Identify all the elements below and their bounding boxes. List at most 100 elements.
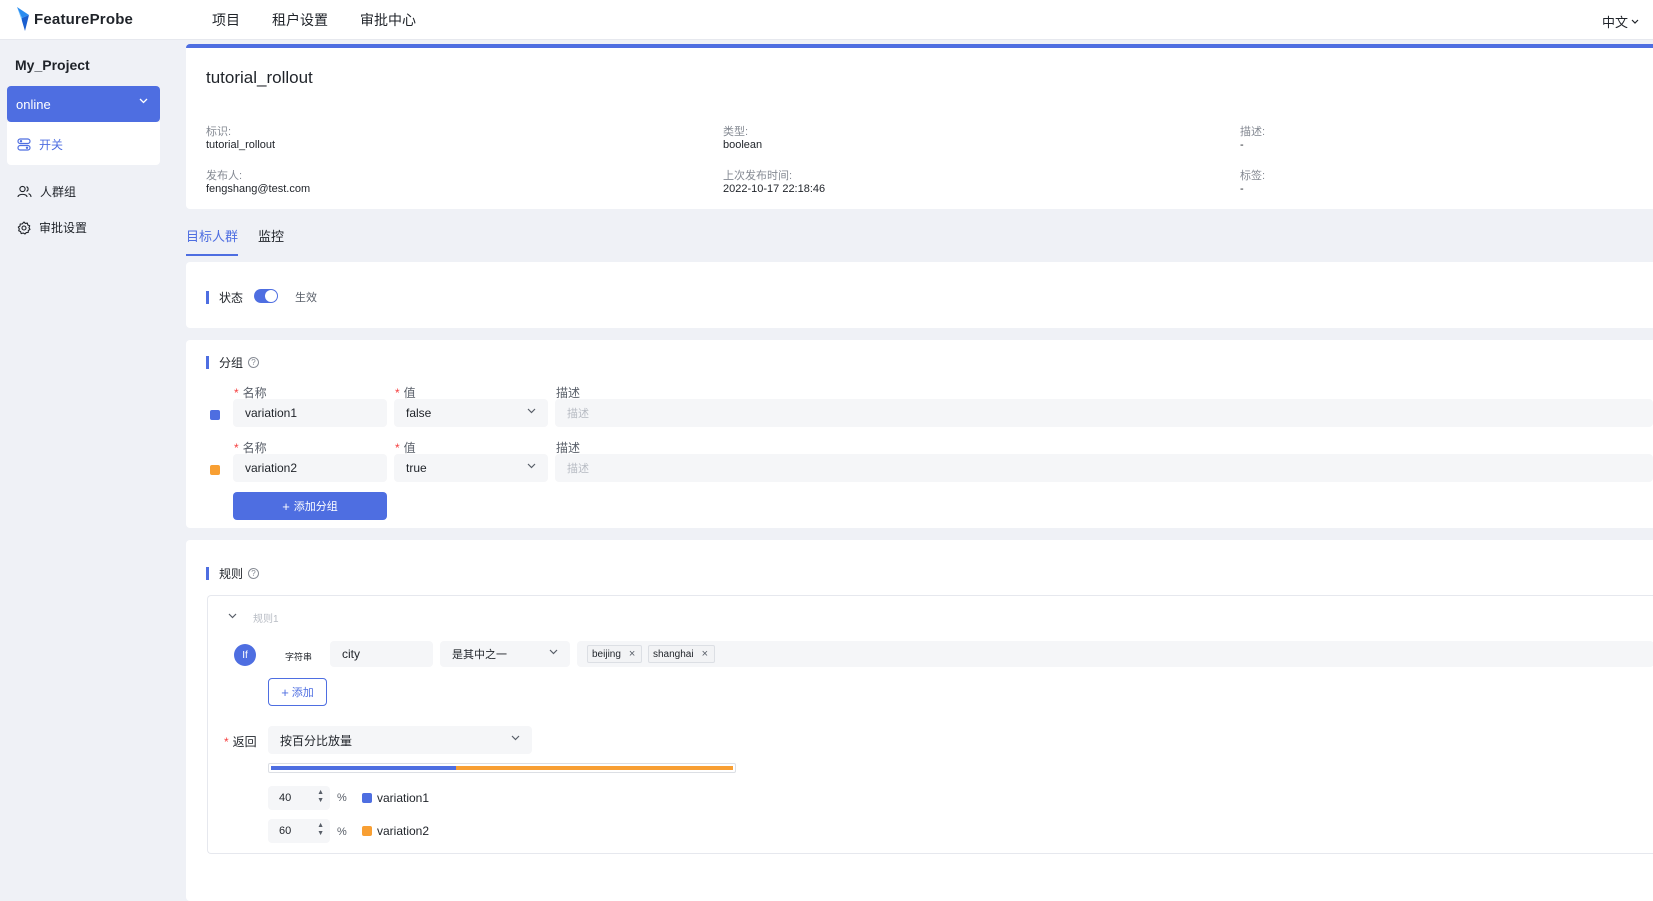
variation-color-swatch: [362, 793, 372, 803]
variation-description-input[interactable]: 描述: [555, 454, 1653, 482]
percent-input[interactable]: 60 ▲ ▼: [268, 819, 330, 843]
variation-color-swatch: [210, 465, 220, 475]
chevron-down-icon: [527, 463, 536, 469]
last-publish-label: 上次发布时间:: [723, 170, 793, 182]
return-label: * 返回: [224, 735, 257, 749]
serve-select[interactable]: 按百分比放量: [268, 726, 532, 754]
add-variation-label: 添加分组: [293, 501, 338, 513]
sidebar-item-label: 审批设置: [39, 221, 88, 235]
sidebar-item-approval-settings[interactable]: 审批设置: [17, 219, 87, 236]
split-variation-label: variation2: [362, 824, 429, 838]
variation-name: variation2: [377, 824, 430, 838]
operator-value: 是其中之一: [452, 649, 507, 661]
section-marker: [206, 567, 209, 580]
logo[interactable]: FeatureProbe: [16, 7, 133, 31]
sidebar-item-segments[interactable]: 人群组: [17, 183, 76, 200]
variation-description-input[interactable]: 描述: [555, 399, 1653, 427]
rules-card: 规则 ? 规则1 If 字符串 city 是其中之一 beijing × sha…: [186, 540, 1653, 901]
variation-value-select[interactable]: false: [394, 399, 548, 427]
rule-name[interactable]: 规则1: [253, 610, 279, 625]
type-value: boolean: [723, 139, 763, 151]
serve-value: 按百分比放量: [280, 733, 353, 748]
tag-label: beijing: [592, 648, 621, 660]
status-section-title: 状态: [206, 289, 243, 306]
status-label: 状态: [219, 291, 244, 305]
condition-values-input[interactable]: beijing × shanghai ×: [577, 641, 1653, 667]
condition-value-tag: beijing ×: [587, 645, 643, 663]
page-title: tutorial_rollout: [206, 68, 313, 87]
condition-value-tag: shanghai ×: [648, 645, 716, 663]
tags-value: -: [1240, 183, 1244, 195]
percent-value: 40: [279, 792, 292, 804]
stepper-icon[interactable]: ▲ ▼: [317, 822, 324, 838]
variation-value: false: [406, 406, 432, 420]
key-value: tutorial_rollout: [206, 139, 276, 151]
rollout-segment: [455, 766, 733, 770]
language-switcher[interactable]: 中文: [1602, 12, 1639, 31]
help-icon[interactable]: ?: [248, 568, 260, 579]
environment-selector[interactable]: online: [7, 86, 160, 122]
environment-name: online: [16, 96, 51, 112]
toggle-info-card: tutorial_rollout 标识: tutorial_rollout 类型…: [186, 44, 1653, 209]
variation-value: true: [406, 461, 427, 475]
chevron-down-icon: [1631, 19, 1639, 24]
percent-value: 60: [279, 825, 292, 837]
tags-label: 标签:: [1240, 170, 1266, 182]
variations-section-title: 分组 ?: [206, 354, 260, 371]
publisher-value: fengshang@test.com: [206, 183, 311, 195]
rollout-segment: [271, 766, 456, 770]
condition-operator-select[interactable]: 是其中之一: [440, 641, 570, 667]
status-switch[interactable]: [254, 289, 278, 303]
percent-input[interactable]: 40 ▲ ▼: [268, 786, 330, 810]
if-badge: If: [234, 644, 256, 666]
status-value: 生效: [295, 292, 317, 304]
language-label: 中文: [1601, 15, 1628, 30]
tab-bar: 目标人群 监控: [186, 226, 284, 256]
nav-item-tenant-settings[interactable]: 租户设置: [272, 10, 328, 30]
description-label: 描述:: [1240, 126, 1266, 138]
toggle-icon: [17, 138, 31, 151]
rollout-progress-bar: [268, 763, 736, 773]
sidebar-item-toggles[interactable]: 开关: [17, 136, 63, 153]
stepper-icon[interactable]: ▲ ▼: [317, 789, 324, 805]
tab-monitoring[interactable]: 监控: [258, 226, 284, 256]
section-marker: [206, 356, 209, 369]
nav-item-projects[interactable]: 项目: [212, 10, 240, 30]
users-icon: [17, 185, 32, 198]
close-icon[interactable]: ×: [702, 648, 708, 660]
sidebar-item-label: 开关: [39, 138, 64, 152]
variation-name: variation1: [377, 791, 430, 805]
sidebar-item-label: 人群组: [40, 185, 77, 199]
main-nav: 项目 租户设置 审批中心: [212, 0, 416, 40]
condition-type[interactable]: 字符串: [285, 650, 312, 663]
chevron-down-icon[interactable]: [228, 613, 237, 619]
featureprobe-logo-icon: [17, 7, 29, 31]
add-condition-button[interactable]: + 添加: [268, 678, 327, 706]
add-variation-button[interactable]: + 添加分组: [233, 492, 387, 520]
close-icon[interactable]: ×: [629, 648, 635, 660]
chevron-down-icon: [511, 735, 520, 741]
rules-section-title: 规则 ?: [206, 565, 260, 582]
key-label: 标识:: [206, 126, 232, 138]
variations-title: 分组: [219, 356, 244, 370]
switch-knob: [265, 290, 277, 302]
variation-name-input[interactable]: variation2: [233, 454, 387, 482]
tab-targeting[interactable]: 目标人群: [186, 226, 239, 256]
variation-value-select[interactable]: true: [394, 454, 548, 482]
publisher-label: 发布人:: [206, 170, 243, 182]
condition-subject-input[interactable]: city: [330, 641, 433, 667]
nav-item-approval-center[interactable]: 审批中心: [360, 10, 416, 30]
help-icon[interactable]: ?: [248, 357, 260, 368]
status-card: 状态 生效: [186, 262, 1653, 328]
chevron-down-icon: [527, 408, 536, 414]
type-label: 类型:: [723, 126, 749, 138]
description-value: -: [1240, 139, 1244, 151]
chevron-down-icon: [139, 98, 148, 104]
plus-icon: +: [281, 684, 289, 700]
split-variation-label: variation1: [362, 791, 429, 805]
logo-text: FeatureProbe: [34, 10, 134, 28]
variation-name-input[interactable]: variation1: [233, 399, 387, 427]
last-publish-value: 2022-10-17 22:18:46: [723, 183, 826, 195]
chevron-down-icon: [549, 649, 558, 655]
plus-icon: +: [282, 498, 290, 514]
